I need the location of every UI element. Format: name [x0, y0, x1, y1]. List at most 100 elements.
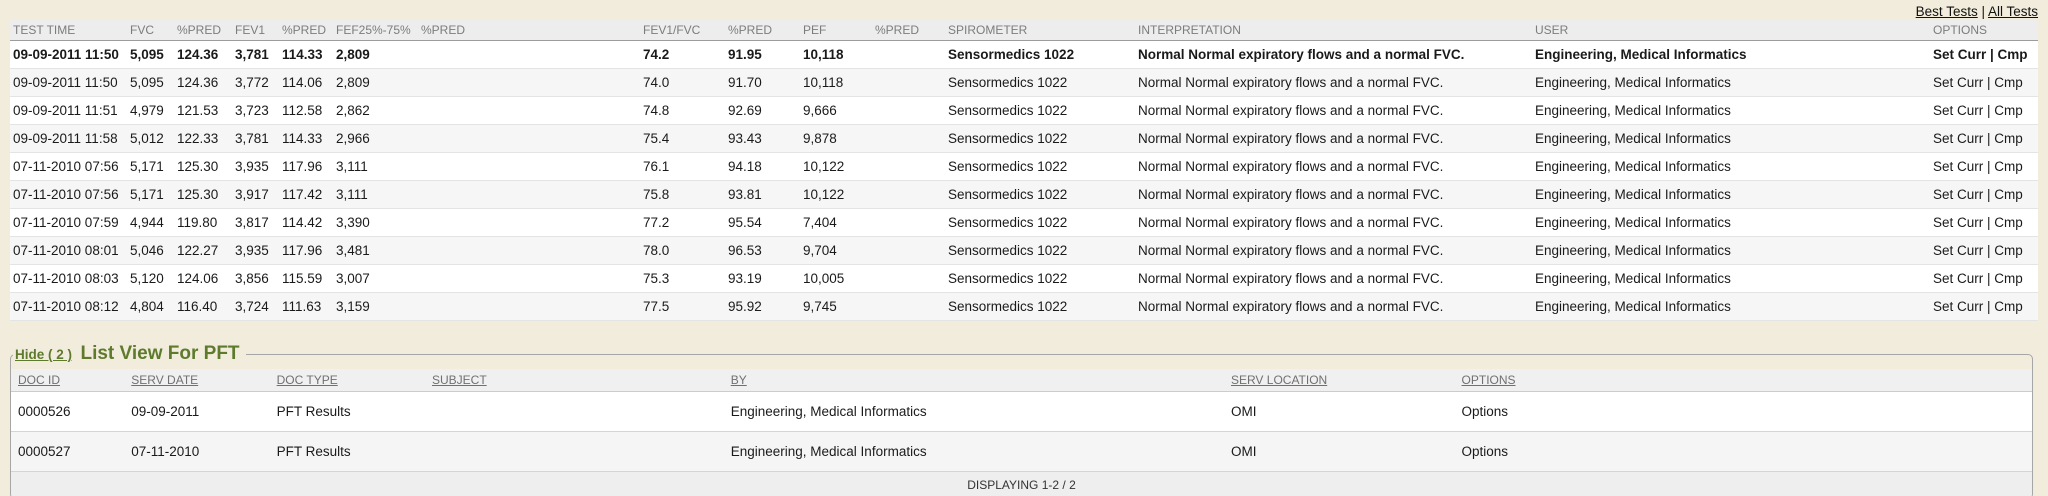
result-cell-fev1: 3,935 — [232, 237, 279, 265]
result-cell-fvc: 5,095 — [127, 69, 174, 97]
list-col-options-label[interactable]: OPTIONS — [1462, 373, 1516, 387]
result-cell-fev1-fvc: 75.3 — [640, 265, 725, 293]
result-row: 07-11-2010 08:035,120124.063,856115.593,… — [10, 265, 2038, 293]
result-cell-options[interactable]: Set Curr | Cmp — [1930, 209, 2038, 237]
result-cell-fvc: 5,120 — [127, 265, 174, 293]
list-col-doc-id[interactable]: DOC ID — [11, 369, 124, 392]
paging-status: DISPLAYING 1-2 / 2 — [11, 472, 2032, 496]
result-cell-options[interactable]: Set Curr | Cmp — [1930, 265, 2038, 293]
result-cell-interpretation: Normal Normal expiratory flows and a nor… — [1135, 97, 1532, 125]
result-cell-options[interactable]: Set Curr | Cmp — [1930, 237, 2038, 265]
list-col-doc-type[interactable]: DOC TYPE — [270, 369, 425, 392]
result-cell-fev1: 3,724 — [232, 293, 279, 321]
result-cell-fev1: 3,781 — [232, 125, 279, 153]
result-row: 09-09-2011 11:514,979121.533,723112.582,… — [10, 97, 2038, 125]
result-cell-options[interactable]: Set Curr | Cmp — [1930, 41, 2038, 69]
result-cell-fev1: 3,917 — [232, 181, 279, 209]
list-col-options[interactable]: OPTIONS — [1455, 369, 2032, 392]
list-view-title: List View For PFT — [76, 343, 239, 364]
list-col-doc-id-label[interactable]: DOC ID — [18, 373, 60, 387]
result-cell-spirometer: Sensormedics 1022 — [945, 209, 1135, 237]
result-cell-fev1: 3,817 — [232, 209, 279, 237]
result-cell-fev1-fvc-pct-pred: 93.19 — [725, 265, 800, 293]
result-cell-user: Engineering, Medical Informatics — [1532, 97, 1930, 125]
result-cell-fvc-pct-pred: 122.33 — [174, 125, 232, 153]
result-cell-pef: 10,122 — [800, 181, 872, 209]
document-cell-serv-location: OMI — [1224, 392, 1455, 432]
list-col-subject-label[interactable]: SUBJECT — [432, 373, 487, 387]
result-cell-fev1-fvc-pct-pred: 95.54 — [725, 209, 800, 237]
result-cell-fvc-pct-pred: 124.36 — [174, 69, 232, 97]
result-cell-fef25-75: 3,007 — [333, 265, 418, 293]
results-col-fev1-fvc: FEV1/FVC — [640, 20, 725, 41]
result-cell-fef-pct-pred — [418, 209, 640, 237]
result-cell-options[interactable]: Set Curr | Cmp — [1930, 125, 2038, 153]
all-tests-link[interactable]: All Tests — [1988, 4, 2038, 19]
document-row: 000052609-09-2011PFT ResultsEngineering,… — [11, 392, 2032, 432]
result-cell-user: Engineering, Medical Informatics — [1532, 293, 1930, 321]
result-cell-fvc-pct-pred: 125.30 — [174, 153, 232, 181]
result-cell-fev1: 3,772 — [232, 69, 279, 97]
result-cell-fvc-pct-pred: 125.30 — [174, 181, 232, 209]
result-cell-options[interactable]: Set Curr | Cmp — [1930, 181, 2038, 209]
list-col-serv-date[interactable]: SERV DATE — [124, 369, 269, 392]
result-cell-fev1: 3,935 — [232, 153, 279, 181]
result-cell-pef: 10,118 — [800, 41, 872, 69]
document-cell-options[interactable]: Options — [1455, 432, 2032, 472]
result-cell-fef-pct-pred — [418, 181, 640, 209]
list-col-serv-location-label[interactable]: SERV LOCATION — [1231, 373, 1327, 387]
list-col-by-label[interactable]: BY — [731, 373, 747, 387]
pft-results-table: TEST TIMEFVC%PREDFEV1%PREDFEF25%-75%%PRE… — [10, 20, 2038, 321]
result-cell-spirometer: Sensormedics 1022 — [945, 265, 1135, 293]
result-cell-interpretation: Normal Normal expiratory flows and a nor… — [1135, 237, 1532, 265]
result-cell-fef25-75: 3,111 — [333, 153, 418, 181]
document-row: 000052707-11-2010PFT ResultsEngineering,… — [11, 432, 2032, 472]
result-cell-fev1: 3,856 — [232, 265, 279, 293]
result-cell-fvc-pct-pred: 124.06 — [174, 265, 232, 293]
result-cell-fvc-pct-pred: 121.53 — [174, 97, 232, 125]
result-cell-fev1-fvc-pct-pred: 93.81 — [725, 181, 800, 209]
result-cell-fvc-pct-pred: 124.36 — [174, 41, 232, 69]
link-separator: | — [1978, 4, 1988, 19]
results-col-fvc-pct-pred: %PRED — [174, 20, 232, 41]
result-cell-fvc: 5,046 — [127, 237, 174, 265]
result-row: 07-11-2010 07:594,944119.803,817114.423,… — [10, 209, 2038, 237]
document-cell-serv-date: 09-09-2011 — [124, 392, 269, 432]
list-col-by[interactable]: BY — [724, 369, 1224, 392]
result-cell-fev1-pct-pred: 112.58 — [279, 97, 333, 125]
result-cell-fvc: 5,012 — [127, 125, 174, 153]
result-cell-test-time: 09-09-2011 11:50 — [10, 69, 127, 97]
result-row: 09-09-2011 11:505,095124.363,781114.332,… — [10, 41, 2038, 69]
result-cell-spirometer: Sensormedics 1022 — [945, 293, 1135, 321]
result-cell-interpretation: Normal Normal expiratory flows and a nor… — [1135, 153, 1532, 181]
result-cell-interpretation: Normal Normal expiratory flows and a nor… — [1135, 69, 1532, 97]
list-col-subject[interactable]: SUBJECT — [425, 369, 724, 392]
best-tests-link[interactable]: Best Tests — [1916, 4, 1978, 19]
list-col-doc-type-label[interactable]: DOC TYPE — [277, 373, 338, 387]
result-cell-fev1: 3,723 — [232, 97, 279, 125]
result-row: 07-11-2010 08:124,804116.403,724111.633,… — [10, 293, 2038, 321]
result-cell-fef-pct-pred — [418, 125, 640, 153]
result-cell-options[interactable]: Set Curr | Cmp — [1930, 69, 2038, 97]
result-cell-user: Engineering, Medical Informatics — [1532, 153, 1930, 181]
list-col-serv-date-label[interactable]: SERV DATE — [131, 373, 198, 387]
result-row: 07-11-2010 08:015,046122.273,935117.963,… — [10, 237, 2038, 265]
result-cell-fev1-fvc-pct-pred: 93.43 — [725, 125, 800, 153]
result-cell-options[interactable]: Set Curr | Cmp — [1930, 293, 2038, 321]
results-col-pef: PEF — [800, 20, 872, 41]
result-cell-fef-pct-pred — [418, 69, 640, 97]
result-cell-options[interactable]: Set Curr | Cmp — [1930, 97, 2038, 125]
results-col-options: OPTIONS — [1930, 20, 2038, 41]
result-cell-fef-pct-pred — [418, 41, 640, 69]
result-cell-fev1-fvc-pct-pred: 96.53 — [725, 237, 800, 265]
list-col-serv-location[interactable]: SERV LOCATION — [1224, 369, 1455, 392]
document-cell-doc-type: PFT Results — [270, 392, 425, 432]
result-cell-fev1-fvc: 74.2 — [640, 41, 725, 69]
hide-link[interactable]: Hide ( 2 ) — [15, 347, 72, 362]
results-col-test-time: TEST TIME — [10, 20, 127, 41]
result-cell-interpretation: Normal Normal expiratory flows and a nor… — [1135, 41, 1532, 69]
document-cell-options[interactable]: Options — [1455, 392, 2032, 432]
document-cell-subject — [425, 432, 724, 472]
result-cell-options[interactable]: Set Curr | Cmp — [1930, 153, 2038, 181]
list-header-row: DOC ID SERV DATE DOC TYPE SUBJECT BY SERV LOC… — [11, 369, 2032, 392]
